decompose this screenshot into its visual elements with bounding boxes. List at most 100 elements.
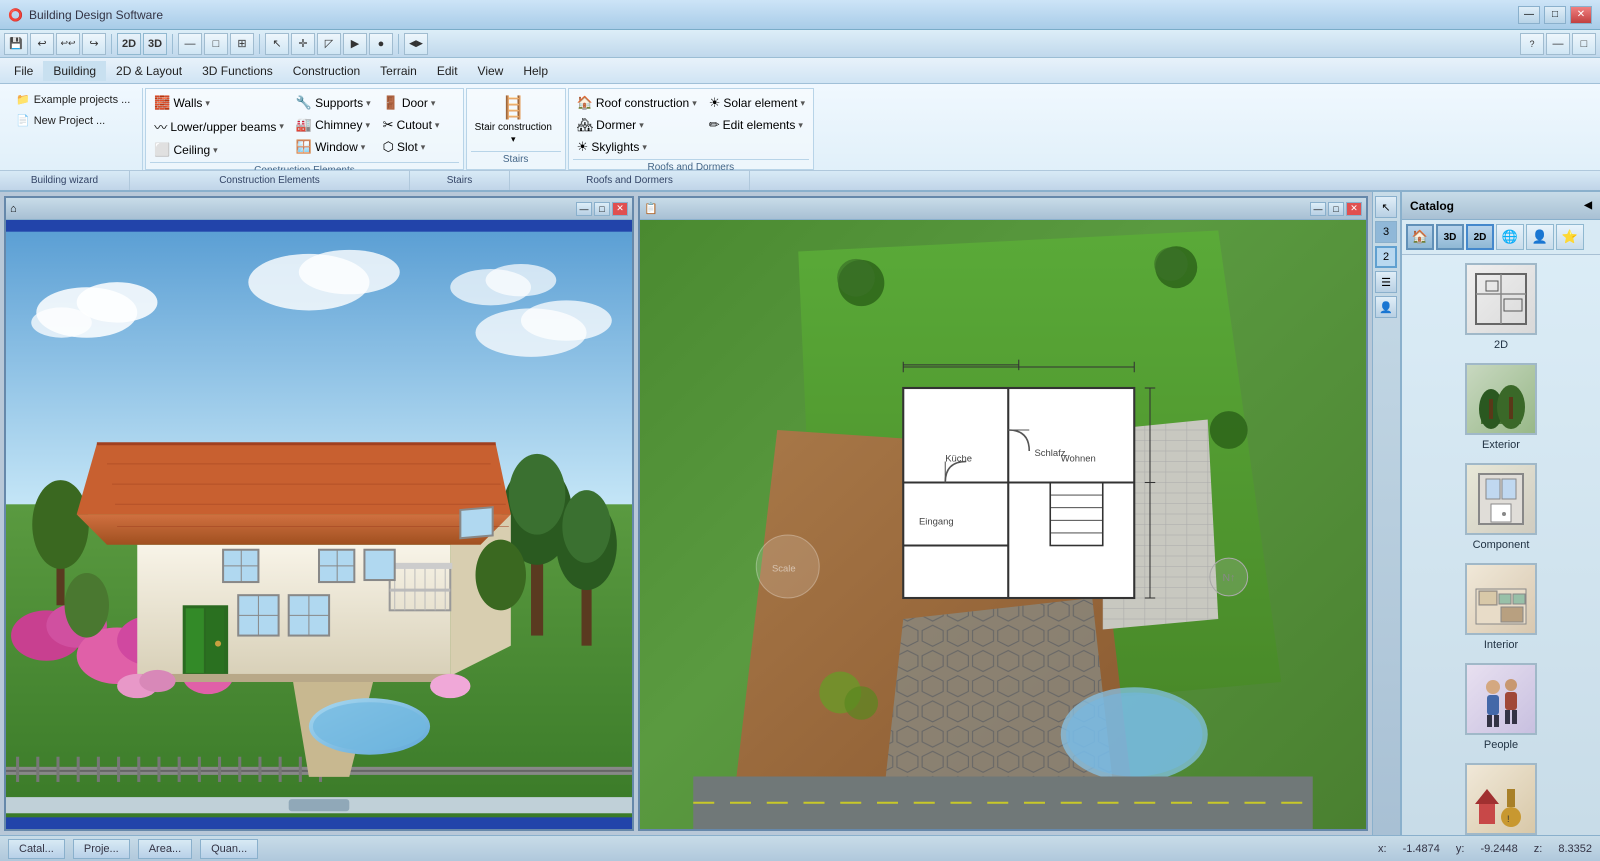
menu-help[interactable]: Help xyxy=(513,61,558,81)
roofs-dormers-tab[interactable]: Roofs and Dormers xyxy=(510,171,750,190)
solar-element-btn[interactable]: ☀ Solar element ▾ xyxy=(705,93,809,113)
toolbar-btn2[interactable]: □ xyxy=(204,33,228,55)
chimney-btn[interactable]: 🏭 Chimney ▾ xyxy=(292,115,375,135)
sidebar-3d-btn[interactable]: 3 xyxy=(1375,221,1397,243)
minimize-btn[interactable]: — xyxy=(1518,6,1540,24)
ceiling-btn[interactable]: ⬜ Ceiling ▾ xyxy=(150,140,288,160)
walls-icon: 🧱 xyxy=(154,95,170,111)
menu-terrain[interactable]: Terrain xyxy=(370,61,427,81)
catalog-tool-2d[interactable]: 2D xyxy=(1466,224,1494,250)
catalog-item-exterior[interactable]: Exterior xyxy=(1410,363,1592,451)
menu-2dlayout[interactable]: 2D & Layout xyxy=(106,61,192,81)
catalog-item-2d[interactable]: 2D xyxy=(1410,263,1592,351)
toolbar-btn3[interactable]: ⊞ xyxy=(230,33,254,55)
status-tab-project[interactable]: Proje... xyxy=(73,839,130,859)
door-arrow: ▾ xyxy=(431,98,436,109)
supports-arrow: ▾ xyxy=(366,98,371,109)
building-wizard-tab[interactable]: Building wizard xyxy=(0,171,130,190)
redo-btn[interactable]: ↪ xyxy=(82,33,106,55)
view-3d-controls: — □ ✕ xyxy=(576,202,628,216)
catalog-tool-star[interactable]: ⭐ xyxy=(1556,224,1584,250)
toolbar-btn4[interactable]: ↖ xyxy=(265,33,289,55)
catalog-left-sidebar: ↖ 3 2 ☰ 👤 xyxy=(1372,192,1400,835)
view-2d-close[interactable]: ✕ xyxy=(1346,202,1362,216)
menu-3dfunctions[interactable]: 3D Functions xyxy=(192,61,283,81)
menu-building[interactable]: Building xyxy=(43,61,106,81)
status-tab-area[interactable]: Area... xyxy=(138,839,192,859)
status-tab-catalog[interactable]: Catal... xyxy=(8,839,65,859)
sidebar-person-btn[interactable]: 👤 xyxy=(1375,296,1397,318)
catalog-label-2d: 2D xyxy=(1494,339,1508,351)
cutout-btn[interactable]: ✂ Cutout ▾ xyxy=(379,115,459,135)
plan-area[interactable]: Küche Schlafz. Eingang Wohnen xyxy=(640,220,1366,829)
toolbar-btn7[interactable]: ▶ xyxy=(343,33,367,55)
catalog-close-icon[interactable]: ◀ xyxy=(1584,200,1592,211)
catalog-tool-3d[interactable]: 3D xyxy=(1436,224,1464,250)
restore-app-btn[interactable]: □ xyxy=(1572,33,1596,55)
scene-3d[interactable] xyxy=(6,220,632,829)
construction-elements-tab[interactable]: Construction Elements xyxy=(130,171,410,190)
sidebar-select-btn[interactable]: ↖ xyxy=(1375,196,1397,218)
toolbar-btn1[interactable]: — xyxy=(178,33,202,55)
menu-bar: File Building 2D & Layout 3D Functions C… xyxy=(0,58,1600,84)
svg-text:!: ! xyxy=(1507,814,1510,824)
maximize-btn[interactable]: □ xyxy=(1544,6,1566,24)
cutout-icon: ✂ xyxy=(383,117,394,133)
menu-file[interactable]: File xyxy=(4,61,43,81)
slot-icon: ⬡ xyxy=(383,139,394,155)
stair-construction-btn[interactable]: 🪜 Stair construction ▾ xyxy=(471,93,556,147)
stairs-arrow: ▾ xyxy=(511,134,516,145)
view-3d-close[interactable]: ✕ xyxy=(612,202,628,216)
catalog-item-component[interactable]: Component xyxy=(1410,463,1592,551)
menu-view[interactable]: View xyxy=(468,61,514,81)
menu-edit[interactable]: Edit xyxy=(427,61,468,81)
stairs-tab[interactable]: Stairs xyxy=(410,171,510,190)
toolbar-btn9[interactable]: ◀▶ xyxy=(404,33,428,55)
view-2d-maximize[interactable]: □ xyxy=(1328,202,1344,216)
dormer-btn[interactable]: 🏘 Dormer ▾ xyxy=(573,115,701,135)
view-3d-maximize[interactable]: □ xyxy=(594,202,610,216)
catalog-item-interior[interactable]: Interior xyxy=(1410,563,1592,651)
save-btn[interactable]: 💾 xyxy=(4,33,28,55)
roofs-col1: 🏠 Roof construction ▾ 🏘 Dormer ▾ ☀ Skyli… xyxy=(573,93,701,157)
view-2d-btn[interactable]: 2D xyxy=(117,33,141,55)
solar-icon: ☀ xyxy=(709,95,721,111)
plan-svg: Küche Schlafz. Eingang Wohnen xyxy=(640,220,1366,829)
catalog-item-people[interactable]: People xyxy=(1410,663,1592,751)
door-btn[interactable]: 🚪 Door ▾ xyxy=(379,93,459,113)
toolbar-btn5[interactable]: ✛ xyxy=(291,33,315,55)
example-projects-btn[interactable]: 📁 Example projects ... xyxy=(10,90,136,109)
roofs-dormers-group: 🏠 Roof construction ▾ 🏘 Dormer ▾ ☀ Skyli… xyxy=(568,88,814,170)
window-btn[interactable]: 🪟 Window ▾ xyxy=(292,137,375,157)
catalog-tool-home[interactable]: 🏠 xyxy=(1406,224,1434,250)
door-icon: 🚪 xyxy=(383,95,399,111)
skylights-btn[interactable]: ☀ Skylights ▾ xyxy=(573,137,701,157)
catalog-tool-person[interactable]: 👤 xyxy=(1526,224,1554,250)
sidebar-layer-btn[interactable]: ☰ xyxy=(1375,271,1397,293)
sidebar-2d-btn[interactable]: 2 xyxy=(1375,246,1397,268)
catalog-item-misc[interactable]: ! Misc xyxy=(1410,763,1592,835)
toolbar-btn8[interactable]: ● xyxy=(369,33,393,55)
help-btn[interactable]: ? xyxy=(1520,33,1544,55)
app-title: Building Design Software xyxy=(29,8,163,22)
undo-btn[interactable]: ↩ xyxy=(30,33,54,55)
supports-btn[interactable]: 🔧 Supports ▾ xyxy=(292,93,375,113)
new-project-btn[interactable]: 📄 New Project ... xyxy=(10,111,136,130)
slot-btn[interactable]: ⬡ Slot ▾ xyxy=(379,137,459,157)
roof-arrow: ▾ xyxy=(692,98,697,109)
view-3d-btn[interactable]: 3D xyxy=(143,33,167,55)
catalog-thumb-misc: ! xyxy=(1465,763,1537,835)
view-2d-minimize[interactable]: — xyxy=(1310,202,1326,216)
roof-construction-btn[interactable]: 🏠 Roof construction ▾ xyxy=(573,93,701,113)
undo2-btn[interactable]: ↩↩ xyxy=(56,33,80,55)
toolbar-btn6[interactable]: ◸ xyxy=(317,33,341,55)
close-btn[interactable]: ✕ xyxy=(1570,6,1592,24)
view-3d-minimize[interactable]: — xyxy=(576,202,592,216)
walls-btn[interactable]: 🧱 Walls ▾ xyxy=(150,93,288,113)
catalog-tool-globe[interactable]: 🌐 xyxy=(1496,224,1524,250)
edit-elements-btn[interactable]: ✏ Edit elements ▾ xyxy=(705,115,809,135)
min-app-btn[interactable]: — xyxy=(1546,33,1570,55)
status-tab-quantity[interactable]: Quan... xyxy=(200,839,258,859)
menu-construction[interactable]: Construction xyxy=(283,61,370,81)
lower-upper-beams-btn[interactable]: 〰 Lower/upper beams ▾ xyxy=(150,115,288,138)
